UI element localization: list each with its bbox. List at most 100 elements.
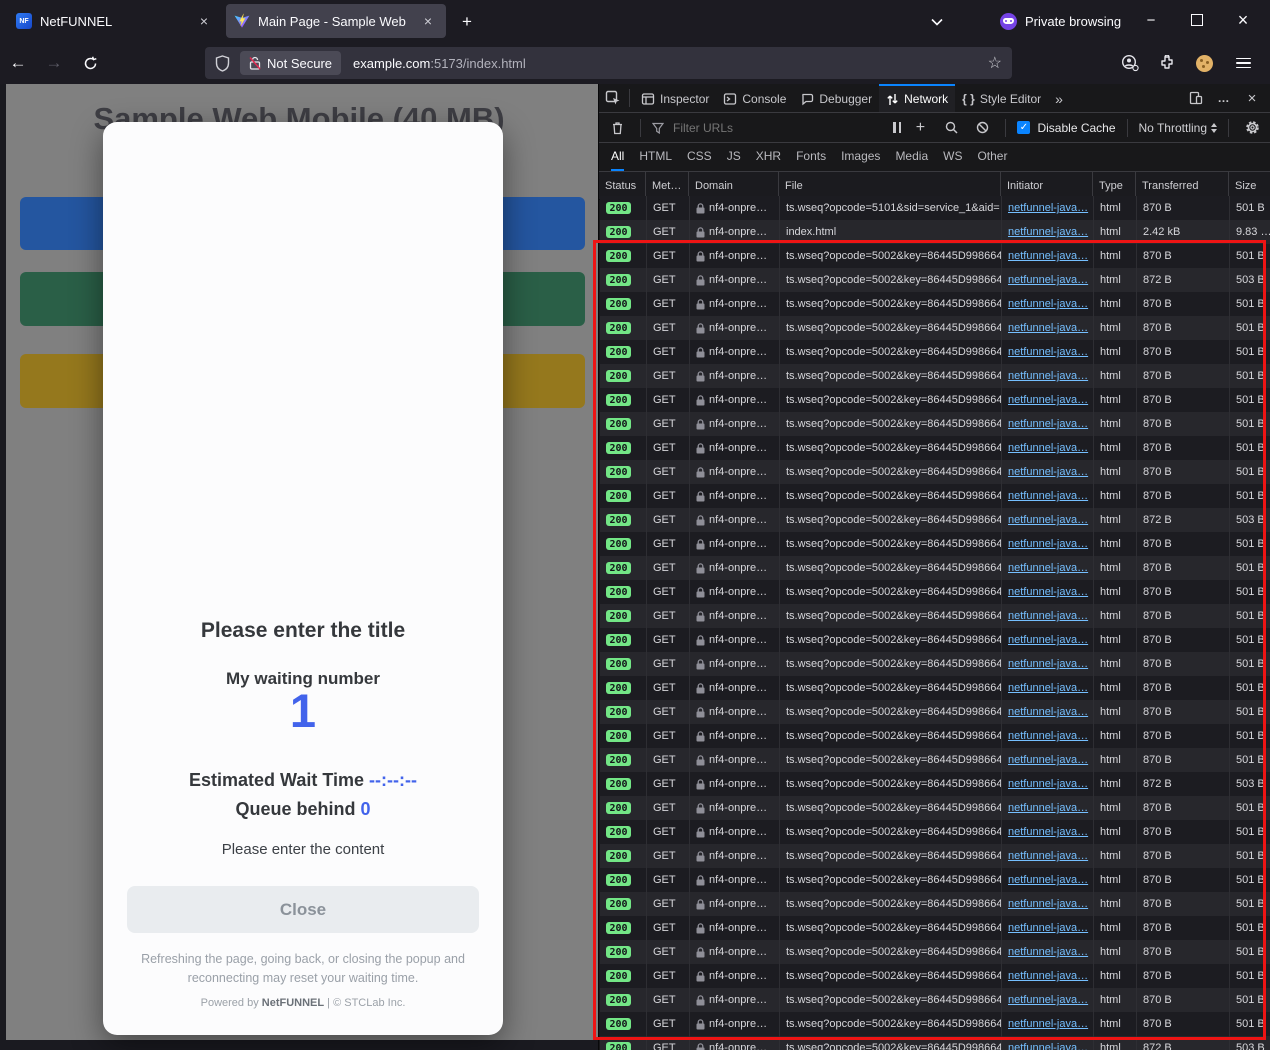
network-request-row[interactable]: 200 GET nf4-onpre… ts.wseq?opcode=5002&k… [600,388,1270,412]
network-request-row[interactable]: 200 GET nf4-onpre… ts.wseq?opcode=5002&k… [600,796,1270,820]
network-request-row[interactable]: 200 GET nf4-onpre… ts.wseq?opcode=5002&k… [600,268,1270,292]
initiator-link[interactable]: netfunnel-java… [1008,634,1088,646]
initiator-link[interactable]: netfunnel-java… [1008,610,1088,622]
column-header-size[interactable]: Size [1229,172,1270,199]
network-request-row[interactable]: 200 GET nf4-onpre… ts.wseq?opcode=5002&k… [600,484,1270,508]
initiator-link[interactable]: netfunnel-java… [1008,874,1088,886]
initiator-link[interactable]: netfunnel-java… [1008,490,1088,502]
network-request-row[interactable]: 200 GET nf4-onpre… ts.wseq?opcode=5002&k… [600,1036,1270,1050]
throttling-select[interactable]: No Throttling [1139,121,1217,135]
network-request-row[interactable]: 200 GET nf4-onpre… ts.wseq?opcode=5002&k… [600,940,1270,964]
block-requests-icon[interactable] [970,116,994,140]
initiator-link[interactable]: netfunnel-java… [1008,322,1088,334]
devtools-tab-debugger[interactable]: Debugger [793,84,879,112]
not-secure-chip[interactable]: Not Secure [240,51,341,75]
network-request-row[interactable]: 200 GET nf4-onpre… ts.wseq?opcode=5002&k… [600,556,1270,580]
network-request-row[interactable]: 200 GET nf4-onpre… ts.wseq?opcode=5002&k… [600,436,1270,460]
initiator-link[interactable]: netfunnel-java… [1008,754,1088,766]
initiator-link[interactable]: netfunnel-java… [1008,514,1088,526]
initiator-link[interactable]: netfunnel-java… [1008,346,1088,358]
initiator-link[interactable]: netfunnel-java… [1008,538,1088,550]
network-request-row[interactable]: 200 GET nf4-onpre… ts.wseq?opcode=5002&k… [600,988,1270,1012]
pause-recording-icon[interactable] [893,122,901,133]
column-header-type[interactable]: Type [1093,172,1136,199]
filter-js[interactable]: JS [727,143,741,171]
network-request-row[interactable]: 200 GET nf4-onpre… ts.wseq?opcode=5002&k… [600,1012,1270,1036]
disable-cache-checkbox[interactable]: ✓ [1017,121,1030,134]
network-request-row[interactable]: 200 GET nf4-onpre… ts.wseq?opcode=5002&k… [600,244,1270,268]
initiator-link[interactable]: netfunnel-java… [1008,850,1088,862]
filter-urls-input[interactable] [671,120,886,136]
initiator-link[interactable]: netfunnel-java… [1008,826,1088,838]
network-request-row[interactable]: 200 GET nf4-onpre… ts.wseq?opcode=5002&k… [600,340,1270,364]
devtools-meatball-menu-icon[interactable]: … [1212,86,1236,110]
network-request-row[interactable]: 200 GET nf4-onpre… ts.wseq?opcode=5002&k… [600,844,1270,868]
network-request-row[interactable]: 200 GET nf4-onpre… ts.wseq?opcode=5002&k… [600,628,1270,652]
filter-other[interactable]: Other [977,143,1007,171]
network-request-row[interactable]: 200 GET nf4-onpre… ts.wseq?opcode=5002&k… [600,460,1270,484]
filter-images[interactable]: Images [841,143,880,171]
column-header-initiator[interactable]: Initiator [1001,172,1093,199]
network-request-row[interactable]: 200 GET nf4-onpre… ts.wseq?opcode=5002&k… [600,748,1270,772]
tab-overflow-chevron-icon[interactable] [924,10,950,34]
initiator-link[interactable]: netfunnel-java… [1008,994,1088,1006]
search-icon[interactable] [939,116,963,140]
url-bar[interactable]: Not Secure example.com:5173/index.html ☆ [205,47,1012,79]
initiator-link[interactable]: netfunnel-java… [1008,1042,1088,1050]
network-request-row[interactable]: 200 GET nf4-onpre… ts.wseq?opcode=5002&k… [600,676,1270,700]
network-request-row[interactable]: 200 GET nf4-onpre… ts.wseq?opcode=5002&k… [600,292,1270,316]
initiator-link[interactable]: netfunnel-java… [1008,706,1088,718]
window-maximize-button[interactable] [1174,0,1220,40]
initiator-link[interactable]: netfunnel-java… [1008,898,1088,910]
network-request-row[interactable]: 200 GET nf4-onpre… ts.wseq?opcode=5002&k… [600,868,1270,892]
filter-xhr[interactable]: XHR [756,143,781,171]
initiator-link[interactable]: netfunnel-java… [1008,778,1088,790]
initiator-link[interactable]: netfunnel-java… [1008,730,1088,742]
network-request-row[interactable]: 200 GET nf4-onpre… ts.wseq?opcode=5002&k… [600,532,1270,556]
network-request-row[interactable]: 200 GET nf4-onpre… ts.wseq?opcode=5002&k… [600,892,1270,916]
responsive-design-mode-icon[interactable] [1184,86,1208,110]
window-close-button[interactable]: × [1220,0,1266,40]
initiator-link[interactable]: netfunnel-java… [1008,946,1088,958]
initiator-link[interactable]: netfunnel-java… [1008,226,1088,238]
initiator-link[interactable]: netfunnel-java… [1008,250,1088,262]
filter-media[interactable]: Media [895,143,928,171]
network-request-row[interactable]: 200 GET nf4-onpre… ts.wseq?opcode=5002&k… [600,508,1270,532]
tab-close-icon[interactable]: × [418,11,438,31]
column-header-met[interactable]: Met… [646,172,689,199]
bookmark-star-icon[interactable]: ☆ [988,53,1002,73]
network-request-row[interactable]: 200 GET nf4-onpre… ts.wseq?opcode=5002&k… [600,316,1270,340]
account-icon[interactable] [1115,48,1145,78]
initiator-link[interactable]: netfunnel-java… [1008,922,1088,934]
initiator-link[interactable]: netfunnel-java… [1008,970,1088,982]
devtools-tab-console[interactable]: Console [716,84,793,112]
initiator-link[interactable]: netfunnel-java… [1008,1018,1088,1030]
add-request-plus-icon[interactable]: + [908,116,932,140]
network-request-row[interactable]: 200 GET nf4-onpre… ts.wseq?opcode=5002&k… [600,412,1270,436]
back-button[interactable]: ← [2,47,34,79]
devtools-tab-inspector[interactable]: Inspector [634,84,716,112]
column-header-transferred[interactable]: Transferred [1136,172,1229,199]
extensions-icon[interactable] [1152,48,1182,78]
initiator-link[interactable]: netfunnel-java… [1008,562,1088,574]
cookie-extension-icon[interactable] [1189,48,1219,78]
new-tab-button[interactable]: + [454,9,480,35]
column-header-file[interactable]: File [779,172,1001,199]
initiator-link[interactable]: netfunnel-java… [1008,394,1088,406]
modal-close-button[interactable]: Close [127,886,479,933]
network-request-row[interactable]: 200 GET nf4-onpre… ts.wseq?opcode=5002&k… [600,820,1270,844]
devtools-more-tabs-chevron[interactable]: » [1048,84,1070,112]
network-request-row[interactable]: 200 GET nf4-onpre… ts.wseq?opcode=5002&k… [600,772,1270,796]
initiator-link[interactable]: netfunnel-java… [1008,658,1088,670]
initiator-link[interactable]: netfunnel-java… [1008,682,1088,694]
initiator-link[interactable]: netfunnel-java… [1008,466,1088,478]
initiator-link[interactable]: netfunnel-java… [1008,586,1088,598]
initiator-link[interactable]: netfunnel-java… [1008,298,1088,310]
initiator-link[interactable]: netfunnel-java… [1008,802,1088,814]
reload-button[interactable] [74,47,106,79]
url-text[interactable]: example.com:5173/index.html [353,56,526,71]
tab-main-page-sample-web[interactable]: Main Page - Sample Web × [226,4,446,38]
menu-hamburger-icon[interactable] [1228,48,1258,78]
network-request-row[interactable]: 200 GET nf4-onpre… ts.wseq?opcode=5002&k… [600,604,1270,628]
network-request-row[interactable]: 200 GET nf4-onpre… ts.wseq?opcode=5002&k… [600,652,1270,676]
